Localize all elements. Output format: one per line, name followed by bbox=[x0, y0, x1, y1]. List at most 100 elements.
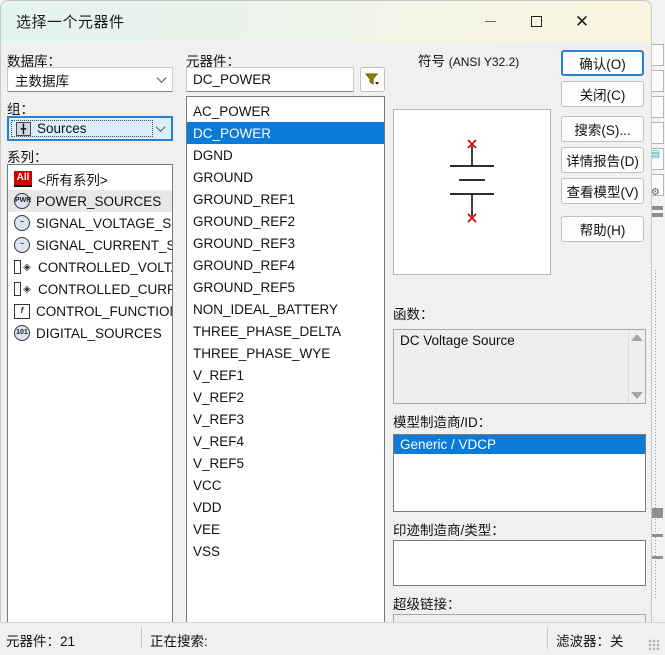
source-body-icon bbox=[14, 259, 21, 274]
family-list-item[interactable]: All <所有系列> bbox=[8, 168, 172, 190]
filter-button[interactable] bbox=[360, 67, 385, 92]
component-count-status: 元器件：21 bbox=[6, 634, 76, 649]
status-separator-1 bbox=[141, 627, 142, 649]
group-combobox[interactable]: ╋ Sources bbox=[7, 116, 173, 141]
function-label: 函数： bbox=[393, 307, 434, 322]
family-item-label: CONTROLLED_VOLTAGE bbox=[38, 259, 172, 275]
select-component-dialog: 选择一个元器件 ✕ 数据库： 主数据库 组： ╋ Sources 系列： All… bbox=[0, 0, 652, 648]
digital-sources-icon: 101 bbox=[14, 325, 30, 341]
family-list-item[interactable]: ~ SIGNAL_VOLTAGE_SOU bbox=[8, 212, 172, 234]
filter-status: 滤波器：关 bbox=[556, 634, 624, 649]
family-list-item[interactable]: ◈ CONTROLLED_VOLTAGE bbox=[8, 256, 172, 278]
family-list-item[interactable]: ~ SIGNAL_CURRENT_SOU bbox=[8, 234, 172, 256]
component-list-item[interactable]: AC_POWER bbox=[187, 100, 384, 122]
family-list-item[interactable]: f CONTROL_FUNCTION_B bbox=[8, 300, 172, 322]
family-item-label: SIGNAL_CURRENT_SOU bbox=[36, 237, 172, 253]
search-button-label: 搜索(S)... bbox=[574, 123, 631, 138]
focus-outline bbox=[11, 120, 153, 137]
component-list-item[interactable]: DGND bbox=[187, 144, 384, 166]
database-combobox[interactable]: 主数据库 bbox=[7, 67, 173, 92]
all-icon: All bbox=[14, 171, 32, 187]
component-list-item[interactable]: V_REF2 bbox=[187, 386, 384, 408]
component-list-item[interactable]: GROUND bbox=[187, 166, 384, 188]
filter-icon bbox=[364, 73, 380, 86]
family-item-label: CONTROL_FUNCTION_B bbox=[36, 303, 172, 319]
family-item-label: SIGNAL_VOLTAGE_SOU bbox=[36, 215, 172, 231]
component-item-label: GROUND_REF5 bbox=[193, 279, 296, 295]
detail-report-button[interactable]: 详情报告(D) bbox=[561, 147, 644, 173]
footprint-listbox[interactable] bbox=[393, 540, 646, 586]
minimize-button[interactable] bbox=[467, 1, 513, 42]
footprint-value bbox=[394, 541, 645, 547]
searching-status: 正在搜索: bbox=[150, 634, 208, 649]
scroll-up-icon[interactable] bbox=[631, 334, 643, 341]
view-model-button-label: 查看模型(V) bbox=[566, 185, 639, 200]
status-bar: 元器件：21 正在搜索: 滤波器：关 bbox=[0, 622, 665, 655]
component-listbox[interactable]: AC_POWER DC_POWER DGND GROUND GROUND_REF1 GRO… bbox=[186, 96, 385, 643]
group-label: 组： bbox=[7, 102, 34, 117]
family-list-item[interactable]: PWR POWER_SOURCES bbox=[8, 190, 172, 212]
component-item-label: DC_POWER bbox=[193, 125, 272, 141]
close-button-label: 关闭(C) bbox=[579, 88, 626, 103]
component-list-item[interactable]: DC_POWER bbox=[187, 122, 384, 144]
component-list-item[interactable]: VEE bbox=[187, 518, 384, 540]
model-maker-value[interactable]: Generic / VDCP bbox=[394, 435, 645, 454]
component-list-item[interactable]: VCC bbox=[187, 474, 384, 496]
function-listbox[interactable]: DC Voltage Source bbox=[393, 329, 646, 404]
help-button[interactable]: 帮助(H) bbox=[561, 216, 644, 242]
power-sources-icon: PWR bbox=[14, 193, 31, 209]
controlled-voltage-icon: ◈ bbox=[14, 259, 32, 276]
component-list-item[interactable]: VDD bbox=[187, 496, 384, 518]
family-item-label: CONTROLLED_CURRENT bbox=[38, 281, 172, 297]
family-list-item[interactable]: ◈ CONTROLLED_CURRENT bbox=[8, 278, 172, 300]
close-button[interactable]: 关闭(C) bbox=[561, 81, 644, 107]
search-button[interactable]: 搜索(S)... bbox=[561, 116, 644, 142]
family-item-label: <所有系列> bbox=[38, 173, 108, 188]
dialog-titlebar[interactable]: 选择一个元器件 ✕ bbox=[1, 1, 651, 42]
component-list-item[interactable]: V_REF4 bbox=[187, 430, 384, 452]
component-item-label: DGND bbox=[193, 147, 233, 163]
component-search-input[interactable]: DC_POWER bbox=[186, 67, 354, 92]
resize-grip-icon[interactable] bbox=[648, 639, 660, 651]
component-item-label: THREE_PHASE_DELTA bbox=[193, 323, 342, 339]
family-item-label: DIGITAL_SOURCES bbox=[36, 325, 162, 341]
help-button-label: 帮助(H) bbox=[579, 223, 626, 238]
component-list-item[interactable]: NON_IDEAL_BATTERY bbox=[187, 298, 384, 320]
component-list-item[interactable]: V_REF1 bbox=[187, 364, 384, 386]
component-list-item[interactable]: GROUND_REF3 bbox=[187, 232, 384, 254]
component-list-item[interactable]: THREE_PHASE_DELTA bbox=[187, 320, 384, 342]
close-window-button[interactable]: ✕ bbox=[559, 1, 605, 42]
function-vertical-scrollbar[interactable] bbox=[628, 330, 645, 403]
status-separator-2 bbox=[547, 627, 548, 649]
maximize-button[interactable] bbox=[513, 1, 559, 42]
signal-voltage-source-icon: ~ bbox=[14, 215, 30, 231]
component-item-label: GROUND bbox=[193, 169, 253, 185]
component-list-item[interactable]: THREE_PHASE_WYE bbox=[187, 342, 384, 364]
component-item-label: VEE bbox=[193, 521, 221, 537]
dialog-body: 数据库： 主数据库 组： ╋ Sources 系列： All <所有系列> PWR P… bbox=[1, 42, 651, 644]
signal-current-source-icon: ~ bbox=[14, 237, 30, 253]
component-item-label: VSS bbox=[193, 543, 221, 559]
component-item-label: V_REF3 bbox=[193, 411, 245, 427]
scroll-down-icon[interactable] bbox=[631, 392, 643, 399]
model-maker-label: 模型制造商/ID： bbox=[393, 415, 492, 430]
component-list-item[interactable]: GROUND_REF5 bbox=[187, 276, 384, 298]
symbol-preview-box bbox=[393, 109, 551, 275]
component-list-item[interactable]: V_REF3 bbox=[187, 408, 384, 430]
component-item-label: V_REF5 bbox=[193, 455, 245, 471]
component-search-value: DC_POWER bbox=[193, 72, 272, 87]
confirm-button[interactable]: 确认(O) bbox=[561, 50, 644, 76]
parent-dotted-guide bbox=[655, 270, 656, 600]
model-maker-listbox[interactable]: Generic / VDCP bbox=[393, 434, 646, 512]
component-item-label: V_REF1 bbox=[193, 367, 245, 383]
component-list-item[interactable]: GROUND_REF4 bbox=[187, 254, 384, 276]
view-model-button[interactable]: 查看模型(V) bbox=[561, 178, 644, 204]
family-list-item[interactable]: 101 DIGITAL_SOURCES bbox=[8, 322, 172, 344]
component-list-item[interactable]: GROUND_REF2 bbox=[187, 210, 384, 232]
family-listbox[interactable]: All <所有系列> PWR POWER_SOURCES ~ SIGNAL_VOLTAGE… bbox=[7, 164, 173, 643]
component-list-item[interactable]: VSS bbox=[187, 540, 384, 562]
component-list-item[interactable]: V_REF5 bbox=[187, 452, 384, 474]
component-list-item[interactable]: GROUND_REF1 bbox=[187, 188, 384, 210]
function-value: DC Voltage Source bbox=[400, 333, 515, 348]
maximize-icon bbox=[530, 16, 542, 27]
